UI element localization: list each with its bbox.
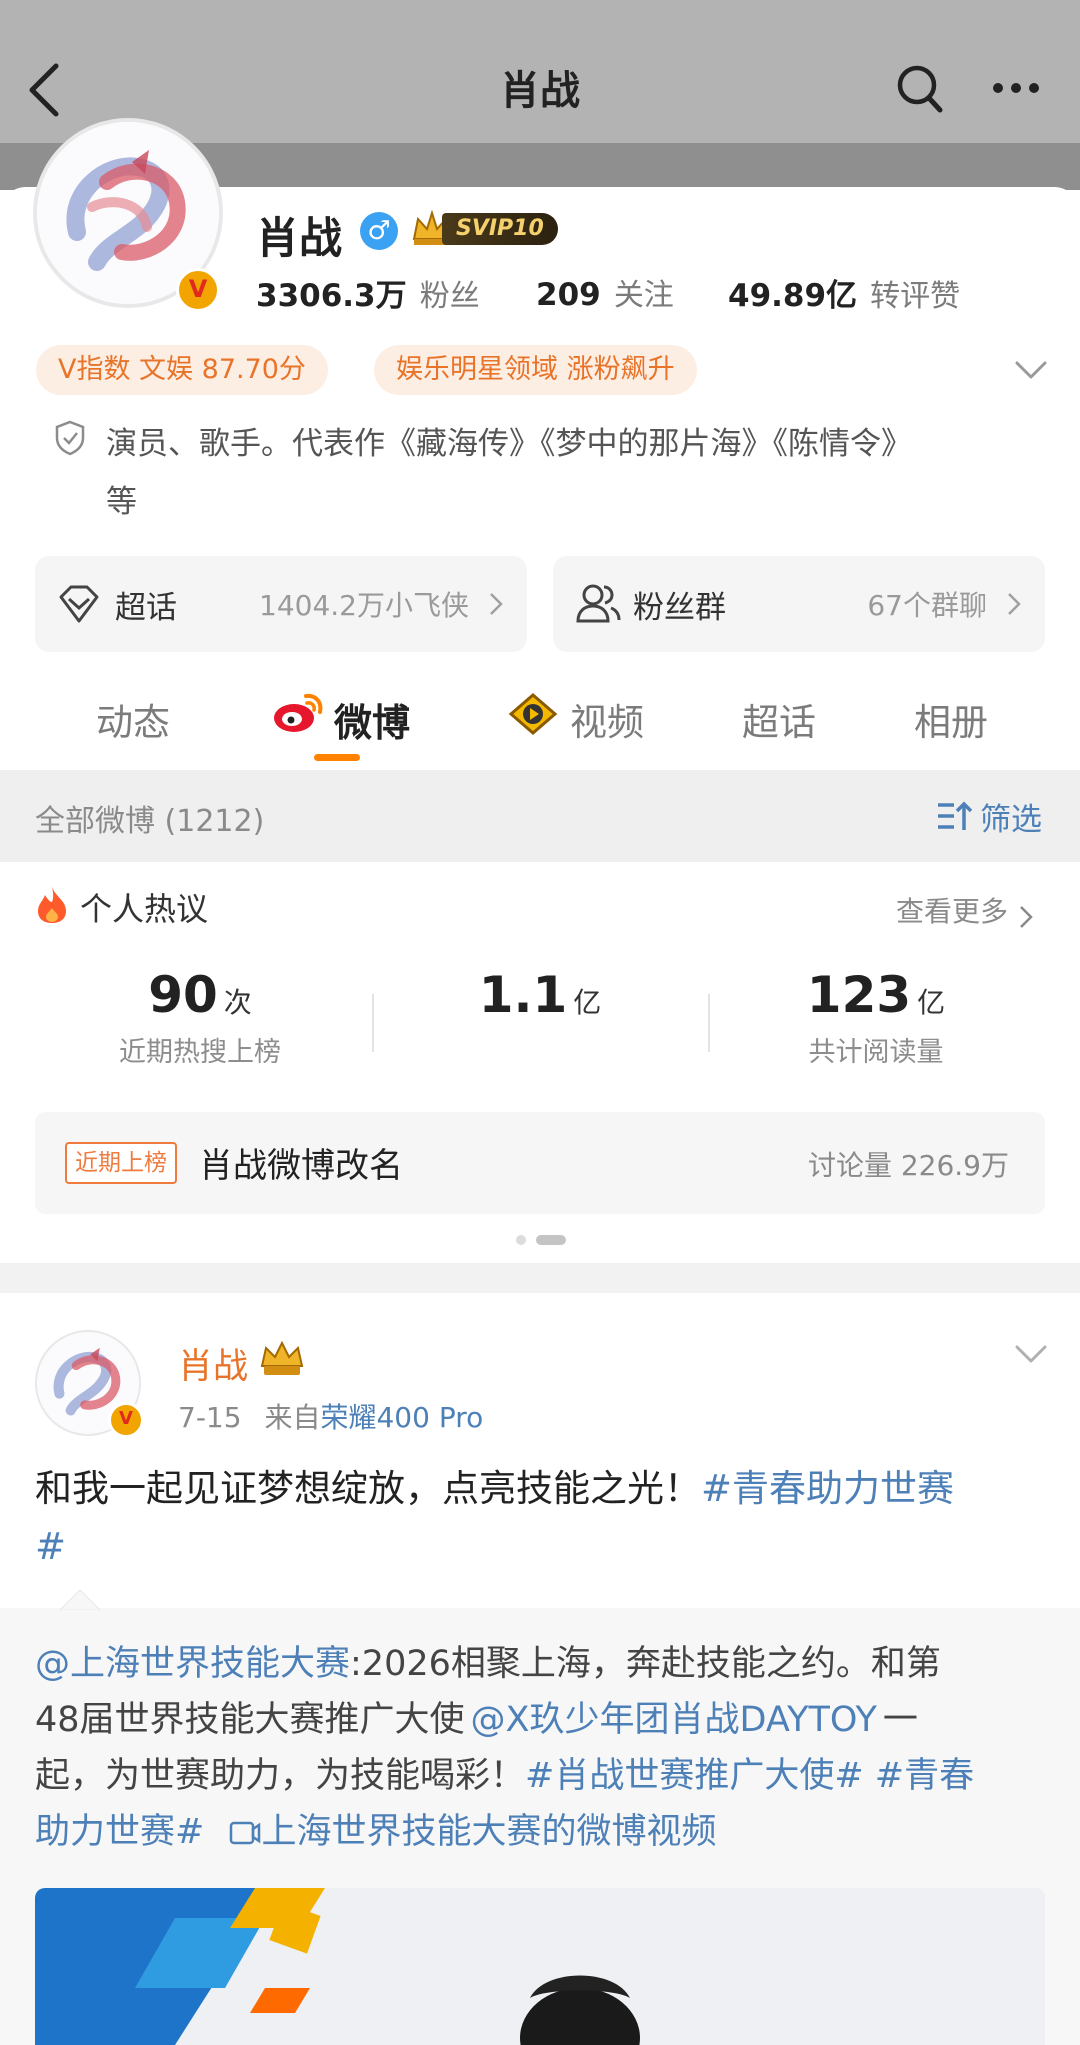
stat-followers[interactable]: 3306.3万 粉丝 (256, 270, 480, 315)
video-icon (508, 693, 558, 735)
pager-dot (516, 1235, 526, 1245)
metric-description: 近期热搜上榜 (119, 1037, 281, 1068)
metric-number: 123 (806, 966, 912, 1024)
supertopic-button[interactable]: 超话 1404.2万小飞侠 (35, 556, 527, 652)
tab-dynamic[interactable]: 动态 (96, 692, 170, 746)
post-hashtag[interactable]: #青春助力世赛 (701, 1467, 954, 1510)
metric-unit: 亿 (917, 986, 946, 1019)
hot-section-title: 个人热议 (80, 890, 209, 928)
post-text: 和我一起见证梦想绽放，点亮技能之光！ (35, 1467, 701, 1510)
more-icon[interactable] (992, 80, 1040, 96)
v-index-tag[interactable]: V指数 文娱 87.70分 (36, 345, 328, 395)
all-weibo-count[interactable]: 全部微博 (1212) (35, 796, 264, 840)
metric-unit: 亿 (573, 986, 602, 1019)
pager-dot-active (536, 1235, 566, 1245)
image-artwork-icon (35, 1888, 1045, 2045)
chevron-right-icon (1008, 593, 1021, 615)
feed-filter-bar: 全部微博 (1212) 筛选 (0, 770, 1080, 862)
post-hashtag-end[interactable]: # (35, 1525, 66, 1568)
repost-text: @上海世界技能大赛:2026相聚上海，奔赴技能之约。和第 48届世界技能大赛推广… (35, 1636, 1050, 1860)
hot-metric-middle[interactable]: 1.1 亿 (400, 966, 680, 1030)
hot-topic-text: 肖战微博改名 (199, 1146, 403, 1186)
verified-badge-icon: V (108, 1402, 144, 1438)
chevron-down-icon[interactable] (1014, 360, 1048, 380)
filter-button[interactable]: 筛选 (980, 794, 1042, 839)
metric-number: 1.1 (478, 966, 568, 1024)
stat-value: 3306.3万 (256, 278, 407, 314)
svip-badge[interactable]: SVIP10 (410, 209, 558, 249)
top-nav-bar: 肖战 (0, 0, 1080, 143)
bio-text-continued: 等 (106, 484, 137, 520)
active-tab-indicator (314, 754, 360, 761)
post-menu-chevron-icon[interactable] (1014, 1344, 1048, 1364)
hot-metric-reads[interactable]: 123 亿 共计阅读量 (736, 966, 1016, 1069)
repost-hashtag[interactable]: 助力世赛# (35, 1812, 204, 1852)
post-date: 7-15 (178, 1401, 242, 1434)
view-more-label: 查看更多 (896, 895, 1009, 928)
tab-supertopic[interactable]: 超话 (742, 692, 816, 746)
post-author-name[interactable]: 肖战 (178, 1338, 248, 1389)
repost-box[interactable]: @上海世界技能大赛:2026相聚上海，奔赴技能之约。和第 48届世界技能大赛推广… (0, 1589, 1080, 2045)
metric-description: 共计阅读量 (808, 1037, 944, 1068)
stat-label: 关注 (613, 278, 674, 313)
repost-text-part: :2026相聚上海，奔赴技能之约。和第 (350, 1644, 941, 1684)
stat-label: 粉丝 (419, 279, 480, 314)
domain-tag[interactable]: 娱乐明星领域 涨粉飙升 (374, 345, 697, 395)
profile-name: 肖战 (256, 214, 342, 264)
tab-weibo[interactable]: 微博 (270, 688, 420, 761)
fan-group-detail: 67个群聊 (867, 589, 987, 622)
hot-search-banner[interactable]: 近期上榜 肖战微博改名 讨论量 226.9万 (35, 1112, 1045, 1214)
chevron-right-icon (490, 593, 503, 615)
repost-text-part: 48届世界技能大赛推广大使 (35, 1700, 465, 1740)
post-image[interactable] (35, 1888, 1045, 2045)
metric-unit: 次 (223, 986, 252, 1019)
chevron-right-icon (1020, 905, 1033, 928)
repost-text-part: 起，为世赛助力，为技能喝彩！ (35, 1756, 526, 1796)
post-meta: 7-15 来自荣耀400 Pro (178, 1396, 483, 1436)
fan-group-label: 粉丝群 (633, 590, 726, 626)
stat-value: 209 (536, 277, 601, 313)
section-divider (0, 1263, 1080, 1293)
repost-video-link[interactable]: 上海世界技能大赛的微博视频 (261, 1812, 716, 1852)
people-icon (576, 584, 621, 623)
tab-video[interactable]: 视频 (508, 688, 658, 748)
video-link-icon (230, 1821, 261, 1845)
tab-video-label: 视频 (570, 701, 644, 744)
filter-icon (938, 801, 973, 830)
search-icon[interactable] (896, 64, 944, 114)
post-body: 和我一起见证梦想绽放，点亮技能之光！#青春助力世赛 # (35, 1460, 1045, 1576)
post-source-prefix: 来自 (264, 1401, 321, 1434)
bio-text: 演员、歌手。代表作《藏海传》《梦中的那片海》《陈情令》 (106, 426, 912, 462)
stat-following[interactable]: 209 关注 (536, 270, 674, 314)
shield-icon (55, 420, 85, 456)
stat-label: 转评赞 (870, 279, 961, 314)
supertopic-detail: 1404.2万小飞侠 (259, 589, 469, 622)
repost-text-part: 一 (882, 1700, 918, 1740)
hot-metric-search[interactable]: 90 次 近期热搜上榜 (60, 966, 340, 1069)
verified-badge-icon: V (176, 268, 220, 312)
tab-weibo-label: 微博 (334, 701, 411, 745)
repost-hashtags[interactable]: #肖战世赛推广大使# #青春 (525, 1756, 974, 1796)
stat-value: 49.89亿 (728, 278, 858, 314)
diamond-icon (59, 585, 99, 623)
metric-divider (372, 994, 374, 1052)
gender-male-icon: ♂ (360, 212, 398, 250)
fan-group-button[interactable]: 粉丝群 67个群聊 (553, 556, 1045, 652)
recent-rank-badge: 近期上榜 (65, 1142, 177, 1184)
supertopic-label: 超话 (115, 590, 177, 626)
repost-pointer-icon (60, 1589, 100, 1610)
stat-interactions[interactable]: 49.89亿 转评赞 (728, 270, 960, 315)
vip-crown-icon (260, 1340, 304, 1375)
metric-number: 90 (148, 966, 218, 1024)
view-more-link[interactable]: 查看更多 (896, 890, 1033, 930)
repost-mention[interactable]: @X玖少年团肖战DAYTOY (471, 1700, 877, 1740)
metric-divider (708, 994, 710, 1052)
discussion-count: 讨论量 226.9万 (807, 1149, 1009, 1182)
tab-album[interactable]: 相册 (914, 692, 988, 746)
post-source-device[interactable]: 荣耀400 Pro (320, 1401, 483, 1434)
repost-mention[interactable]: @上海世界技能大赛 (35, 1644, 350, 1684)
fire-icon (38, 886, 66, 923)
svip-level-label: SVIP10 (442, 213, 558, 245)
weibo-logo-icon (274, 693, 323, 732)
